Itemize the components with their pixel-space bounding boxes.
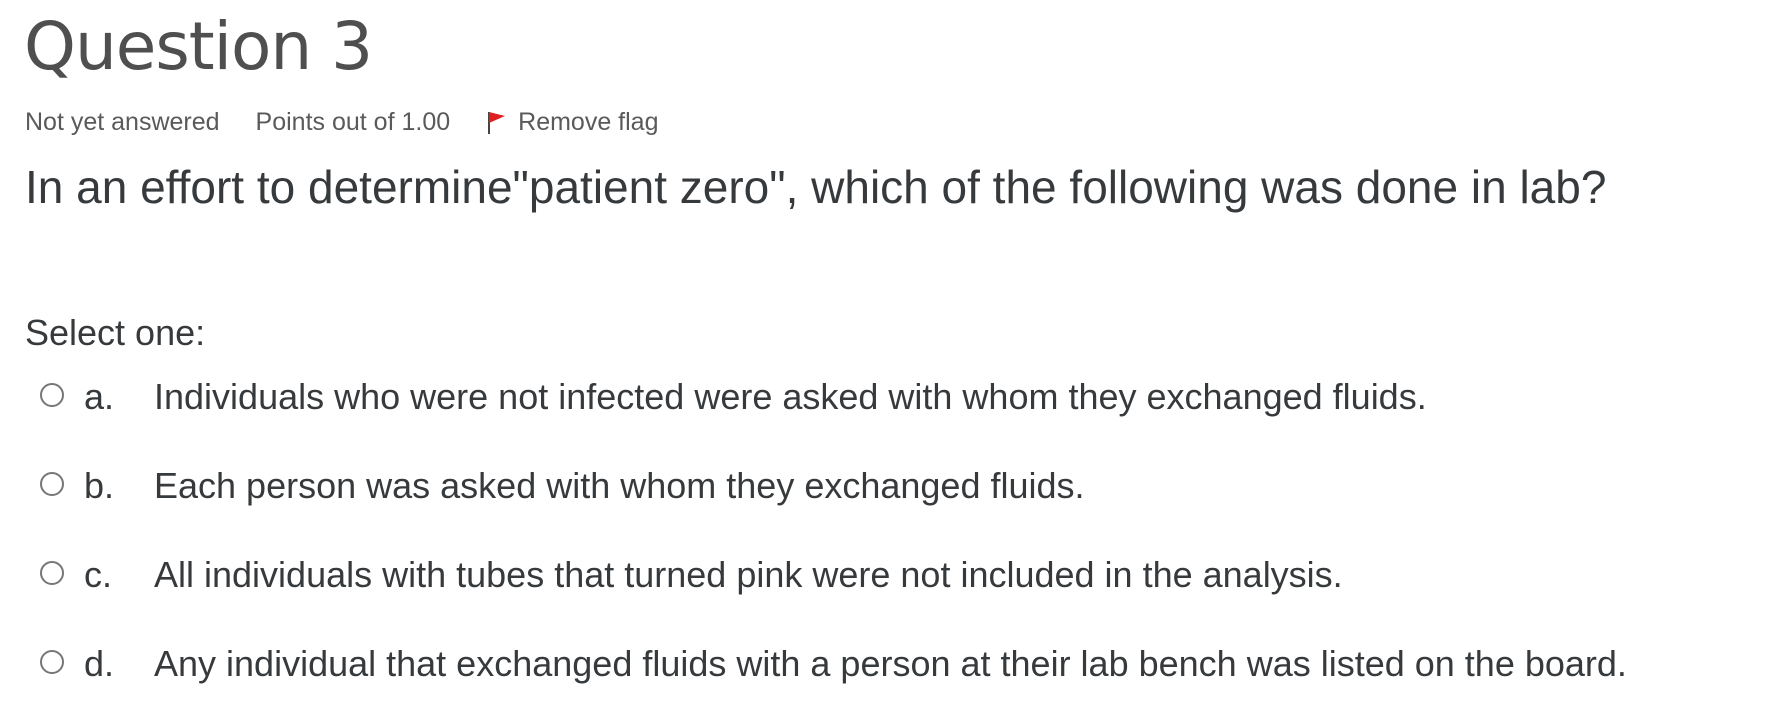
answer-option-d[interactable]: d. Any individual that exchanged fluids …: [40, 639, 1627, 728]
answer-text[interactable]: All individuals with tubes that turned p…: [154, 550, 1343, 600]
remove-flag-label: Remove flag: [518, 107, 659, 136]
question-grade: Points out of 1.00: [255, 107, 451, 136]
radio-c[interactable]: [40, 561, 64, 585]
flag-icon: [486, 109, 508, 135]
radio-d[interactable]: [40, 650, 64, 674]
radio-b[interactable]: [40, 472, 64, 496]
answer-letter: a.: [84, 376, 115, 417]
answer-option-b[interactable]: b. Each person was asked with whom they …: [40, 461, 1627, 550]
remove-flag-button[interactable]: Remove flag: [486, 107, 659, 137]
answer-letter: b.: [84, 465, 115, 506]
question-text: In an effort to determine"patient zero",…: [25, 161, 1607, 213]
answer-text[interactable]: Any individual that exchanged fluids wit…: [154, 639, 1627, 689]
answer-option-a[interactable]: a. Individuals who were not infected wer…: [40, 372, 1627, 461]
question-info: Not yet answered Points out of 1.00 Remo…: [25, 104, 659, 140]
question-title: Question 3: [24, 8, 373, 85]
answer-options: a. Individuals who were not infected wer…: [40, 372, 1627, 728]
answer-text[interactable]: Each person was asked with whom they exc…: [154, 461, 1085, 511]
answer-letter: d.: [84, 643, 115, 684]
answer-letter: c.: [84, 554, 113, 595]
answer-text[interactable]: Individuals who were not infected were a…: [154, 372, 1427, 422]
radio-a[interactable]: [40, 383, 64, 407]
answer-prompt: Select one:: [25, 312, 206, 353]
answer-option-c[interactable]: c. All individuals with tubes that turne…: [40, 550, 1627, 639]
question-state: Not yet answered: [25, 107, 220, 136]
